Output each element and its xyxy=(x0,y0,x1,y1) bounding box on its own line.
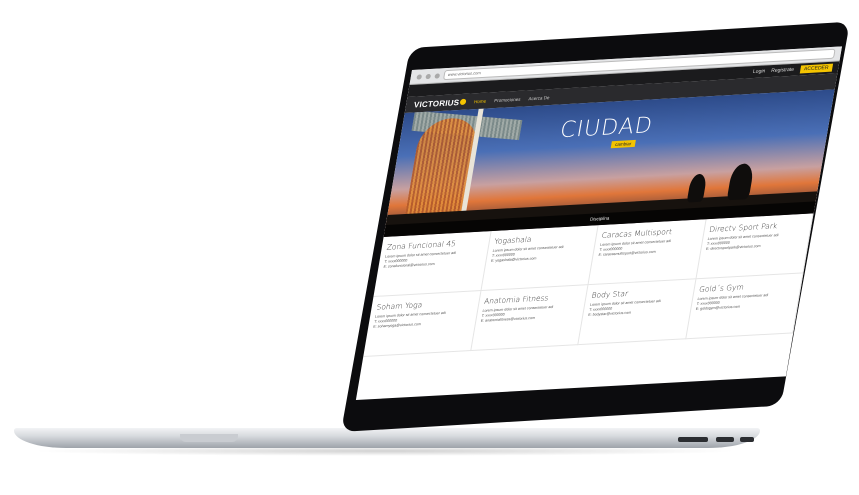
city-change-button[interactable]: cambiar xyxy=(610,139,636,149)
listing-card[interactable]: Gold´s Gym Lorem ipsum dolor sit amet co… xyxy=(685,273,804,340)
listing-card[interactable]: Yogashala Lorem ipsum dolor sit amet con… xyxy=(480,225,599,292)
listing-card[interactable]: Caracas Multisport Lorem ipsum dolor sit… xyxy=(588,219,707,286)
laptop-screen: www.victorius.com Login Registrate ACCED… xyxy=(355,46,842,400)
hdmi-port xyxy=(740,437,754,442)
logo-text: VICTORIUS xyxy=(413,97,461,110)
laptop-base xyxy=(14,428,760,448)
listing-grid: Zona Funcional 45 Lorem ipsum dolor sit … xyxy=(363,213,814,357)
browser-minimize-icon[interactable] xyxy=(425,73,432,79)
listing-card[interactable]: Anatomia Fitness Lorem ipsum dolor sit a… xyxy=(470,285,589,352)
register-link[interactable]: Registrate xyxy=(771,67,795,74)
hero-banner: CIUDAD cambiar Disciplina xyxy=(383,89,835,237)
listing-card[interactable]: Body Star Lorem ipsum dolor sit amet con… xyxy=(578,279,696,346)
login-link[interactable]: Login xyxy=(752,68,765,75)
listing-card[interactable]: Soham Yoga Lorem ipsum dolor sit amet co… xyxy=(363,291,481,357)
laptop-trackpad-notch xyxy=(180,434,238,442)
hero-title: CIUDAD xyxy=(558,113,655,144)
site-logo[interactable]: VICTORIUS xyxy=(413,97,467,109)
browser-close-icon[interactable] xyxy=(416,73,423,80)
logo-mark-icon xyxy=(459,99,467,106)
listing-card[interactable]: Directv Sport Park Lorem ipsum dolor sit… xyxy=(695,213,814,280)
browser-maximize-icon[interactable] xyxy=(434,72,441,79)
sd-card-port xyxy=(678,437,708,442)
access-button[interactable]: ACCEDER xyxy=(799,63,834,74)
nav-item-promociones[interactable]: Promociones xyxy=(494,96,521,102)
usb-port xyxy=(716,437,734,442)
nav-item-acerca[interactable]: Acerca De xyxy=(528,95,550,101)
nav-item-home[interactable]: Home xyxy=(474,98,487,104)
listing-card[interactable]: Zona Funcional 45 Lorem ipsum dolor sit … xyxy=(373,231,492,297)
